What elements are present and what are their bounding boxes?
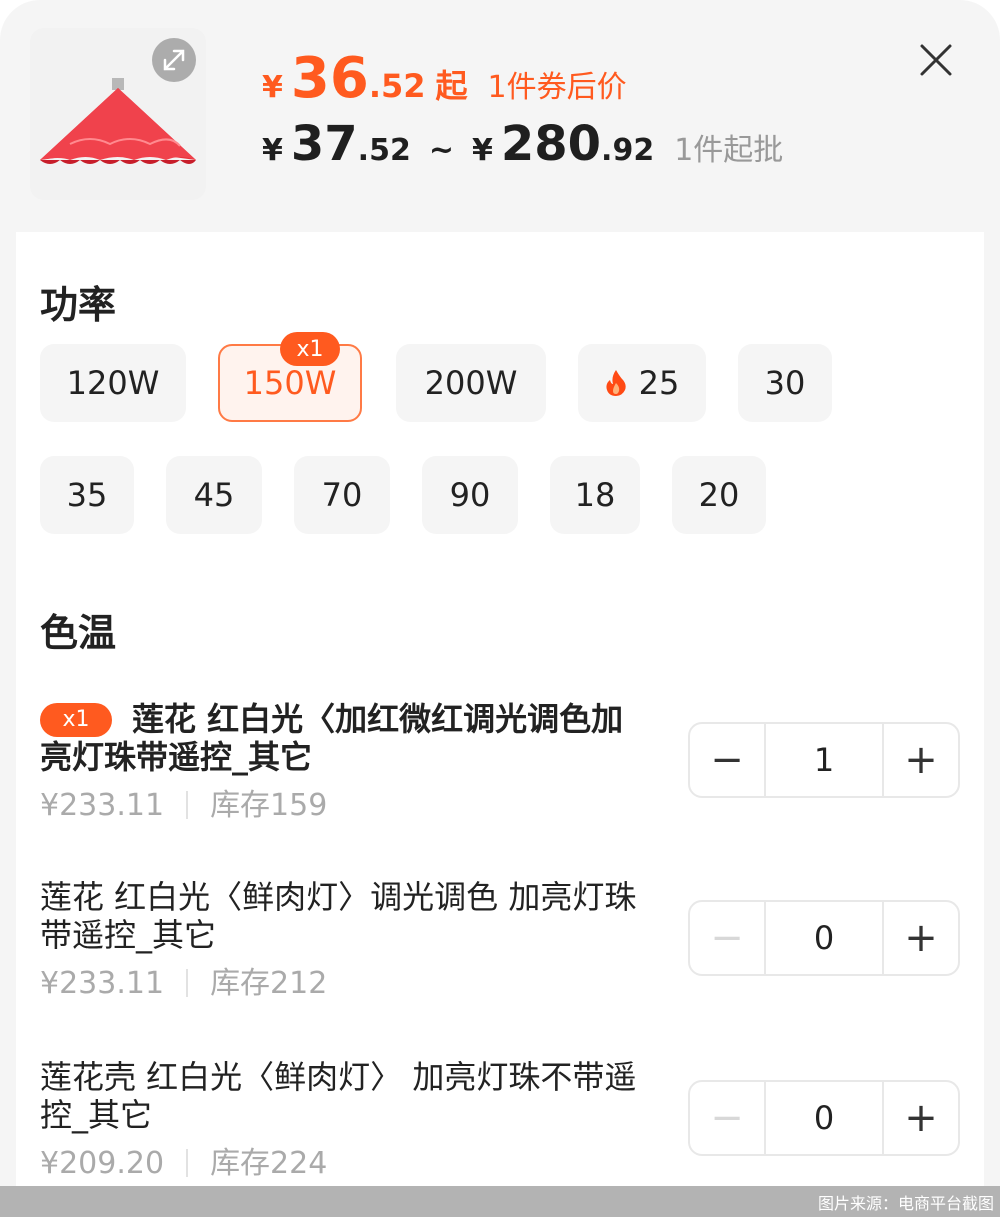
divider [186, 1149, 189, 1177]
currency-symbol-low: ¥ [262, 133, 283, 168]
variant-meta: ¥233.11 库存212 [40, 958, 650, 1002]
currency-symbol-high: ¥ [471, 133, 493, 168]
variant-name: 莲花壳 红白光〈鲜肉灯〉 加亮灯珠不带遥控_其它 [40, 1058, 637, 1134]
chip-label: 25 [638, 364, 680, 402]
power-option-30[interactable]: 30 [738, 344, 832, 422]
coupon-price-decimal: .52 [368, 67, 426, 105]
chip-label: 70 [321, 476, 363, 514]
variant-stock: 库存224 [210, 1146, 328, 1181]
chip-label: 30 [764, 364, 806, 402]
variant-name-text: 莲花 红白光〈加红微红调光调色加亮灯珠带遥控_其它 [40, 700, 624, 776]
divider [186, 791, 189, 819]
quantity-stepper[interactable]: − 1 + [688, 722, 960, 798]
high-price-integer: 280 [500, 116, 602, 172]
power-option-18[interactable]: 18 [550, 456, 640, 534]
power-option-90[interactable]: 90 [422, 456, 518, 534]
variant-price: ¥209.20 [40, 1146, 165, 1181]
price-range: ¥ 37 .52 ~ ¥ 280 .92 1件起批 [262, 116, 783, 176]
increment-button[interactable]: + [884, 1082, 958, 1154]
variant-row: 莲花 红白光〈鲜肉灯〉调光调色 加亮灯珠带遥控_其它 ¥233.11 库存212 [40, 878, 650, 1002]
divider [186, 969, 189, 997]
chip-label: 120W [66, 364, 160, 402]
variant-row: 莲花壳 红白光〈鲜肉灯〉 加亮灯珠不带遥控_其它 ¥209.20 库存224 [40, 1058, 650, 1182]
decrement-button[interactable]: − [690, 724, 764, 796]
quantity-value[interactable]: 1 [764, 724, 884, 796]
power-option-45[interactable]: 45 [166, 456, 262, 534]
variant-name: 莲花 红白光〈鲜肉灯〉调光调色 加亮灯珠带遥控_其它 [40, 878, 637, 954]
sku-selector-sheet: ¥ 36 .52 起 1件券后价 ¥ 37 .52 ~ ¥ 280 .92 1件… [0, 0, 1000, 1217]
color-temp-section-title: 色温 [40, 611, 117, 655]
chip-label: 200W [424, 364, 518, 402]
decrement-button[interactable]: − [690, 1082, 764, 1154]
variant-price: ¥233.11 [40, 788, 165, 823]
quantity-value[interactable]: 0 [764, 1082, 884, 1154]
expand-icon[interactable] [152, 38, 196, 82]
chip-label: 20 [698, 476, 740, 514]
source-watermark: 图片来源：电商平台截图 [817, 1194, 994, 1213]
quantity-stepper[interactable]: − 0 + [688, 900, 960, 976]
variant-name: x1 莲花 红白光〈加红微红调光调色加亮灯珠带遥控_其它 [40, 700, 650, 776]
chip-label: 35 [66, 476, 108, 514]
low-price-decimal: .52 [357, 133, 411, 168]
chip-label: 150W [243, 364, 337, 402]
fire-icon [606, 370, 626, 396]
options-card: 功率 120W x1 150W 200W 25 30 35 45 70 90 1… [16, 232, 984, 1192]
power-option-25[interactable]: 25 [578, 344, 706, 422]
coupon-price-label: 1件券后价 [487, 70, 627, 105]
quantity-value[interactable]: 0 [764, 902, 884, 974]
quantity-badge: x1 [280, 332, 340, 366]
coupon-price: ¥ 36 .52 起 1件券后价 [262, 46, 627, 111]
variant-row: x1 莲花 红白光〈加红微红调光调色加亮灯珠带遥控_其它 ¥233.11 库存159 [40, 700, 650, 824]
increment-button[interactable]: + [884, 724, 958, 796]
min-order-qty: 1件起批 [674, 133, 784, 168]
variant-stock: 库存212 [210, 966, 328, 1001]
variant-price: ¥233.11 [40, 966, 165, 1001]
variant-stock: 库存159 [210, 788, 328, 823]
power-option-120w[interactable]: 120W [40, 344, 186, 422]
power-option-20[interactable]: 20 [672, 456, 766, 534]
chip-label: 90 [449, 476, 491, 514]
low-price-integer: 37 [290, 116, 358, 172]
power-section-title: 功率 [40, 283, 117, 327]
high-price-decimal: .92 [601, 133, 655, 168]
variant-meta: ¥233.11 库存159 [40, 780, 650, 824]
quantity-stepper[interactable]: − 0 + [688, 1080, 960, 1156]
chip-label: 18 [574, 476, 616, 514]
power-option-70[interactable]: 70 [294, 456, 390, 534]
power-option-200w[interactable]: 200W [396, 344, 546, 422]
close-button[interactable] [912, 36, 960, 84]
range-separator: ~ [428, 133, 454, 168]
variant-meta: ¥209.20 库存224 [40, 1138, 650, 1182]
increment-button[interactable]: + [884, 902, 958, 974]
coupon-price-integer: 36 [290, 46, 369, 111]
power-option-35[interactable]: 35 [40, 456, 134, 534]
chip-label: 45 [193, 476, 235, 514]
quantity-badge: x1 [40, 703, 112, 737]
currency-symbol: ¥ [262, 70, 283, 105]
decrement-button[interactable]: − [690, 902, 764, 974]
power-option-150w[interactable]: x1 150W [218, 332, 362, 422]
price-suffix: 起 [435, 67, 468, 105]
close-icon [920, 44, 952, 76]
